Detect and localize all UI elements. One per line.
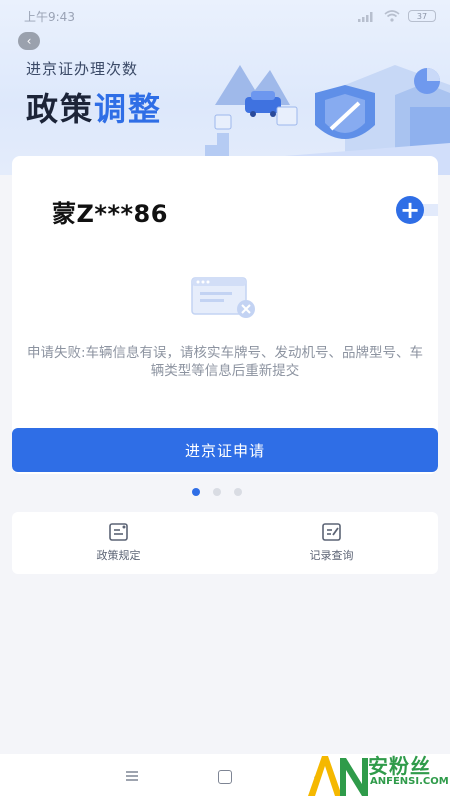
- shortcut-policy[interactable]: 政策规定: [12, 512, 225, 574]
- add-vehicle-button[interactable]: +: [396, 196, 424, 224]
- back-button[interactable]: ‹: [18, 32, 40, 50]
- status-time: 上午9:43: [24, 9, 75, 24]
- banner-title: 政策调整: [26, 84, 162, 130]
- home-icon[interactable]: [218, 770, 232, 784]
- chevron-left-icon: ‹: [26, 34, 32, 48]
- banner-subtitle: 进京证办理次数: [26, 60, 139, 78]
- status-bar: 上午9:43 37: [0, 0, 450, 32]
- failure-message: 申请失败:车辆信息有误，请核实车牌号、发动机号、品牌型号、车辆类型等信息后重新提…: [26, 345, 424, 379]
- license-plate[interactable]: 蒙Z***86: [52, 194, 168, 229]
- pager-dot[interactable]: [192, 488, 200, 496]
- battery-icon: 37: [408, 10, 436, 22]
- banner-title-main: 政策: [26, 90, 95, 128]
- vehicle-card: 蒙Z***86 + 申请失败:车辆信息有误，请核实车牌号、发动机号、品牌型号、车…: [12, 156, 438, 474]
- edit-record-icon: [321, 523, 341, 541]
- error-window-icon: [191, 277, 255, 318]
- signal-icon: [358, 11, 373, 22]
- shortcut-records-label: 记录查询: [309, 549, 354, 562]
- document-icon: [108, 523, 128, 541]
- watermark-english: ANFENSI.COM: [370, 776, 449, 787]
- carousel-pager: [192, 488, 242, 496]
- shortcut-policy-label: 政策规定: [96, 549, 141, 562]
- shortcut-panel: 政策规定 记录查询: [12, 512, 438, 574]
- plus-icon: +: [399, 196, 421, 224]
- pager-dot[interactable]: [234, 488, 242, 496]
- pager-dot[interactable]: [213, 488, 221, 496]
- shortcut-records[interactable]: 记录查询: [225, 512, 438, 574]
- policy-banner[interactable]: 上午9:43 37 ‹ 进京证办理次数 政策调整: [0, 0, 450, 175]
- apply-permit-button[interactable]: 进京证申请: [12, 428, 438, 472]
- menu-icon[interactable]: [126, 771, 138, 781]
- banner-title-accent: 调整: [94, 90, 163, 128]
- wifi-icon: [384, 10, 400, 22]
- watermark-chinese: 安粉丝: [368, 754, 431, 778]
